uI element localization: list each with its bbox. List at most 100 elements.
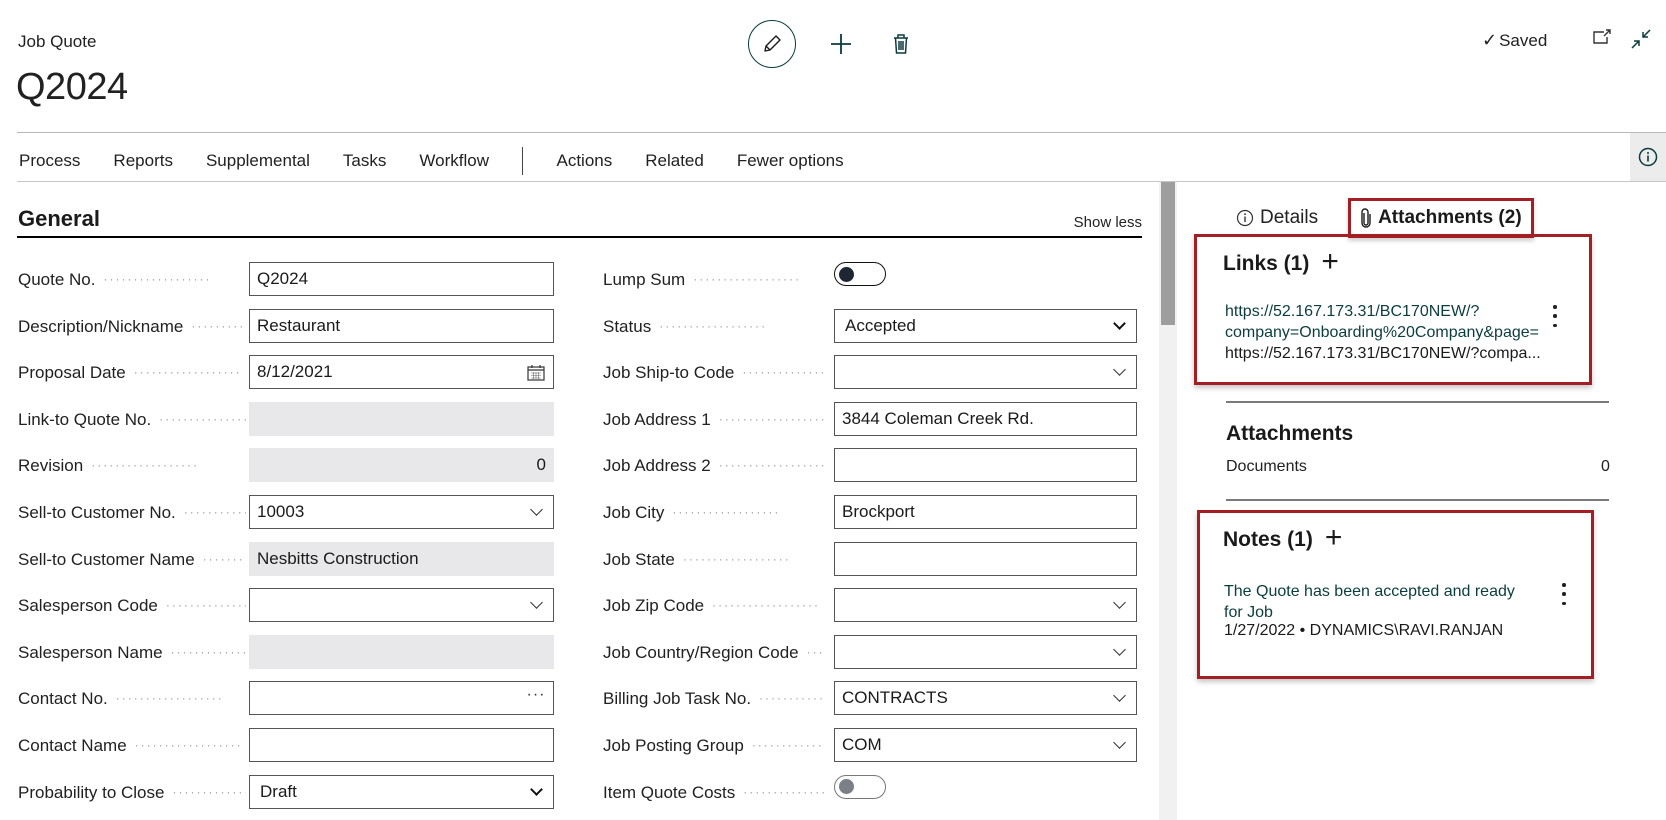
- chevron-down-icon[interactable]: [526, 503, 546, 516]
- leader-dots: ··················: [672, 504, 781, 519]
- content-scrollbar[interactable]: [1159, 182, 1177, 820]
- quote-no-input[interactable]: Q2024: [249, 262, 554, 296]
- field-label: Job Zip Code: [603, 596, 705, 616]
- job-ship-to-code-input[interactable]: [834, 355, 1137, 390]
- note-more-options-button[interactable]: [1560, 583, 1568, 605]
- chevron-down-icon: [526, 782, 546, 796]
- leader-dots: ··················: [165, 598, 246, 613]
- action-related[interactable]: Related: [645, 151, 704, 171]
- action-workflow[interactable]: Workflow: [419, 151, 489, 171]
- divider: [1226, 499, 1609, 501]
- show-less-link[interactable]: Show less: [1074, 214, 1142, 231]
- factbox-toggle-button[interactable]: [1630, 133, 1666, 181]
- salesperson-code-input[interactable]: [249, 588, 554, 623]
- pencil-icon: [764, 35, 781, 52]
- sell-to-customer-no-input[interactable]: 10003: [249, 494, 554, 529]
- leader-dots: ··················: [91, 458, 200, 473]
- documents-label: Documents: [1226, 458, 1307, 475]
- leader-dots: ··················: [103, 272, 212, 286]
- collapse-button[interactable]: [1630, 28, 1652, 55]
- record-actions: [748, 20, 916, 68]
- tab-details[interactable]: Details: [1228, 201, 1326, 235]
- action-supplemental[interactable]: Supplemental: [206, 151, 310, 171]
- page-caption: Job Quote: [18, 32, 97, 51]
- job-state-input[interactable]: [834, 541, 1137, 576]
- field-label: Proposal Date: [18, 363, 126, 383]
- field-label: Billing Job Task No.: [603, 689, 752, 709]
- action-actions[interactable]: Actions: [556, 151, 612, 171]
- leader-dots: ··················: [659, 318, 768, 333]
- billing-job-task-no-input[interactable]: CONTRACTS: [834, 681, 1137, 716]
- field-label: Salesperson Name: [18, 642, 163, 662]
- job-zip-code-input[interactable]: [834, 588, 1137, 623]
- action-fewer-options[interactable]: Fewer options: [737, 151, 844, 171]
- open-in-new-window-icon: [1593, 29, 1611, 44]
- action-tasks[interactable]: Tasks: [343, 151, 386, 171]
- leader-dots: ··················: [202, 551, 246, 566]
- field-label: Job State: [603, 549, 675, 569]
- field-label: Contact Name: [18, 735, 127, 755]
- action-bar-separator: [521, 147, 524, 175]
- action-reports[interactable]: Reports: [113, 151, 173, 171]
- divider: [1226, 401, 1609, 403]
- documents-count[interactable]: 0: [1601, 458, 1610, 476]
- field-label: Job Address 2: [603, 456, 711, 476]
- scrollbar-thumb[interactable]: [1161, 182, 1175, 325]
- leader-dots: ··················: [172, 784, 246, 799]
- field-label: Sell-to Customer Name: [18, 549, 195, 569]
- assist-edit-button[interactable]: ···: [526, 686, 546, 704]
- chevron-down-icon[interactable]: [526, 596, 546, 610]
- add-note-button[interactable]: +: [1325, 523, 1343, 553]
- tab-details-label: Details: [1260, 207, 1319, 228]
- links-title: Links (1): [1223, 252, 1310, 275]
- job-address-2-input[interactable]: [834, 448, 1137, 483]
- calendar-button[interactable]: [526, 364, 546, 381]
- link-url[interactable]: https://52.167.173.31/BC170NEW/? company…: [1225, 301, 1545, 343]
- proposal-date-input[interactable]: 8/12/2021: [249, 355, 554, 390]
- sell-to-customer-name-value: Nesbitts Construction: [249, 541, 554, 576]
- links-card: Links (1) + https://52.167.173.31/BC170N…: [1194, 234, 1592, 385]
- lump-sum-toggle[interactable]: [834, 262, 886, 286]
- open-in-new-window-button[interactable]: [1592, 28, 1612, 51]
- field-label: Job Country/Region Code: [603, 642, 799, 662]
- link-to-quote-no-value: [249, 401, 554, 436]
- tab-attachments[interactable]: Attachments (2): [1348, 198, 1534, 238]
- contact-name-input[interactable]: [249, 727, 554, 762]
- field-label: Status: [603, 316, 652, 336]
- tab-attachments-label: Attachments (2): [1378, 207, 1522, 228]
- new-button[interactable]: [826, 29, 856, 59]
- leader-dots: ··················: [712, 598, 821, 613]
- info-icon: [1638, 147, 1658, 167]
- leader-dots: ··················: [718, 458, 825, 473]
- add-link-button[interactable]: +: [1321, 247, 1339, 277]
- chevron-down-icon[interactable]: [1109, 736, 1129, 749]
- chevron-down-icon[interactable]: [1109, 596, 1129, 610]
- chevron-down-icon[interactable]: [1109, 689, 1129, 703]
- field-label: Probability to Close: [18, 782, 165, 802]
- job-posting-group-input[interactable]: COM: [834, 727, 1137, 762]
- note-text[interactable]: The Quote has been accepted and ready fo…: [1224, 581, 1544, 623]
- job-country-region-code-input[interactable]: [834, 634, 1137, 669]
- field-label: Item Quote Costs: [603, 782, 736, 802]
- chevron-down-icon[interactable]: [1109, 363, 1129, 377]
- probability-to-close-select[interactable]: Draft: [249, 774, 554, 809]
- leader-dots: ··················: [170, 644, 246, 659]
- description-input[interactable]: Restaurant: [249, 308, 554, 343]
- leader-dots: ··················: [159, 411, 246, 426]
- chevron-down-icon[interactable]: [1109, 642, 1129, 656]
- plus-icon: [831, 34, 851, 54]
- job-address-1-input[interactable]: 3844 Coleman Creek Rd.: [834, 401, 1137, 436]
- trash-icon: [894, 34, 908, 54]
- item-quote-costs-toggle[interactable]: [834, 774, 886, 799]
- job-city-input[interactable]: Brockport: [834, 494, 1137, 529]
- contact-no-input[interactable]: ···: [249, 681, 554, 716]
- notes-card: Notes (1) + The Quote has been accepted …: [1197, 510, 1594, 679]
- leader-dots: ··················: [743, 784, 825, 799]
- action-process[interactable]: Process: [19, 151, 80, 171]
- edit-button[interactable]: [748, 20, 796, 68]
- link-more-options-button[interactable]: [1551, 305, 1559, 327]
- field-label: Lump Sum: [603, 270, 686, 289]
- delete-button[interactable]: [886, 29, 916, 59]
- status-select[interactable]: Accepted: [834, 308, 1137, 343]
- general-section-header: General Show less: [17, 206, 1142, 238]
